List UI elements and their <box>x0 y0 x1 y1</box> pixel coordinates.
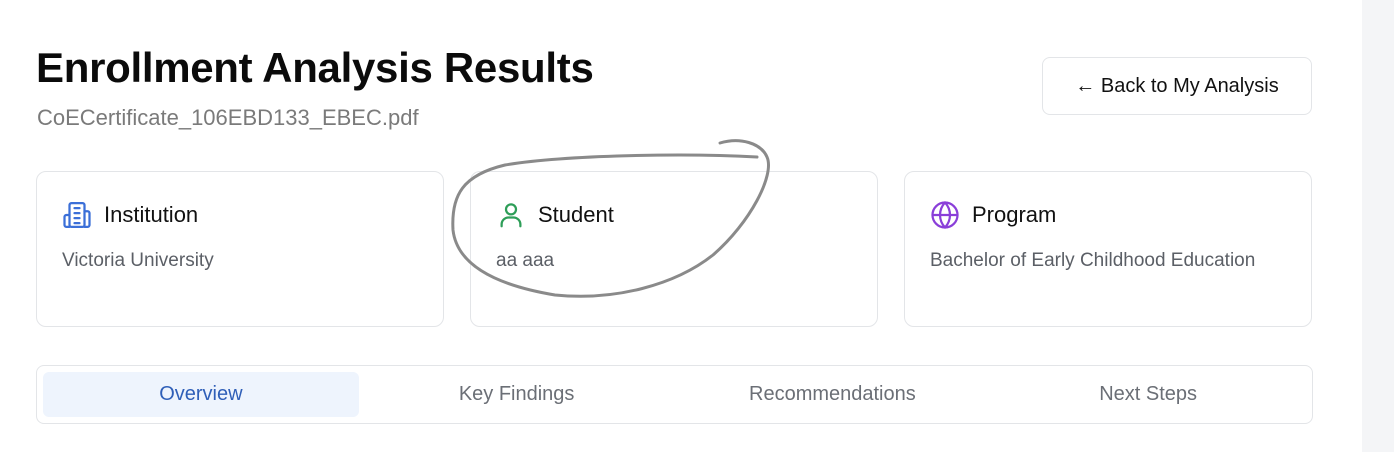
institution-value: Victoria University <box>62 250 214 271</box>
student-card: Student aa aaa <box>470 171 878 327</box>
institution-title: Institution <box>104 202 199 227</box>
student-title: Student <box>538 202 614 227</box>
tab-recommendations[interactable]: Recommendations <box>675 372 991 417</box>
institution-card: Institution Victoria University <box>36 171 444 327</box>
page-title: Enrollment Analysis Results <box>36 44 594 91</box>
program-title: Program <box>972 202 1057 227</box>
right-side-panel <box>1362 0 1394 452</box>
globe-icon <box>930 200 960 230</box>
file-name: CoECertificate_106EBD133_EBEC.pdf <box>37 105 419 130</box>
program-card: Program Bachelor of Early Childhood Educ… <box>904 171 1312 327</box>
building-icon <box>62 200 92 230</box>
back-to-my-analysis-button[interactable]: ← Back to My Analysis <box>1042 57 1312 115</box>
user-icon <box>496 200 526 230</box>
program-value: Bachelor of Early Childhood Education <box>930 250 1256 271</box>
tab-key-findings[interactable]: Key Findings <box>359 372 675 417</box>
analysis-tabs: Overview Key Findings Recommendations Ne… <box>36 365 1313 424</box>
tab-next-steps[interactable]: Next Steps <box>990 372 1306 417</box>
student-value: aa aaa <box>496 250 555 271</box>
tab-overview[interactable]: Overview <box>43 372 359 417</box>
